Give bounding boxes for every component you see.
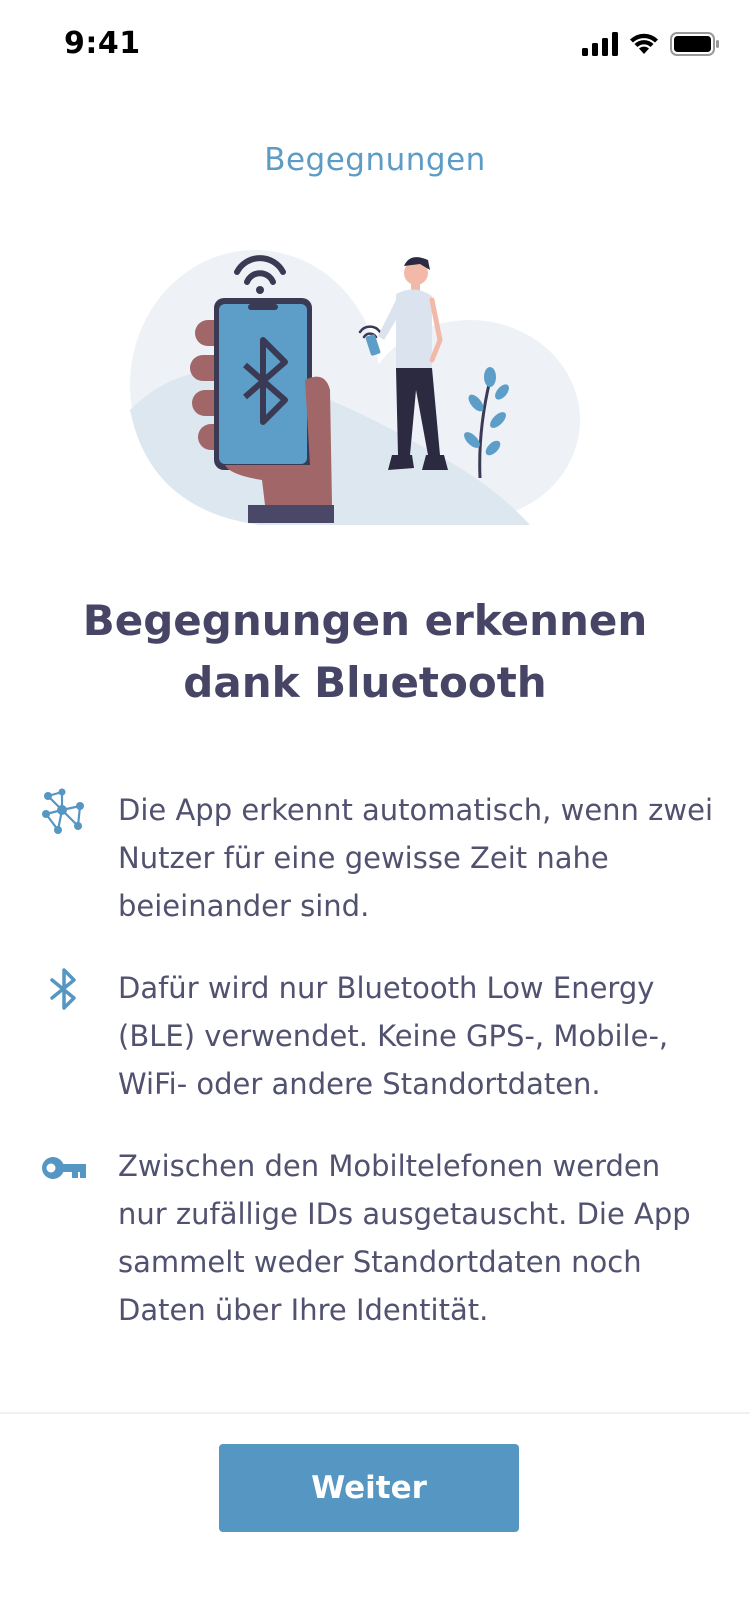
network-icon xyxy=(42,788,84,834)
page-header-title: Begegnungen xyxy=(264,142,486,178)
bluetooth-encounter-illustration xyxy=(130,250,580,525)
key-icon xyxy=(42,1157,86,1179)
wifi-icon xyxy=(630,33,658,54)
battery-icon xyxy=(670,32,719,56)
bluetooth-icon xyxy=(50,968,76,1010)
feature-text: Dafür wird nur Bluetooth Low Energy (BLE… xyxy=(118,971,669,1101)
main-title-line1: Begegnungen erkennen xyxy=(82,596,648,645)
feature-text: Die App erkennt automatisch, wenn zwei N… xyxy=(118,793,713,923)
next-button[interactable]: Weiter xyxy=(219,1444,519,1532)
status-time: 9:41 xyxy=(64,26,141,61)
status-bar: 9:41 xyxy=(0,0,750,92)
status-icons xyxy=(582,32,720,56)
footer-bar: Weiter xyxy=(0,1412,750,1624)
signal-icon xyxy=(582,32,618,56)
main-title: Begegnungen erkennen dank Bluetooth xyxy=(60,590,670,714)
hero-illustration xyxy=(110,240,590,550)
main-title-line2: dank Bluetooth xyxy=(183,658,547,707)
feature-text: Zwischen den Mobiltelefonen werden nur z… xyxy=(118,1149,691,1327)
